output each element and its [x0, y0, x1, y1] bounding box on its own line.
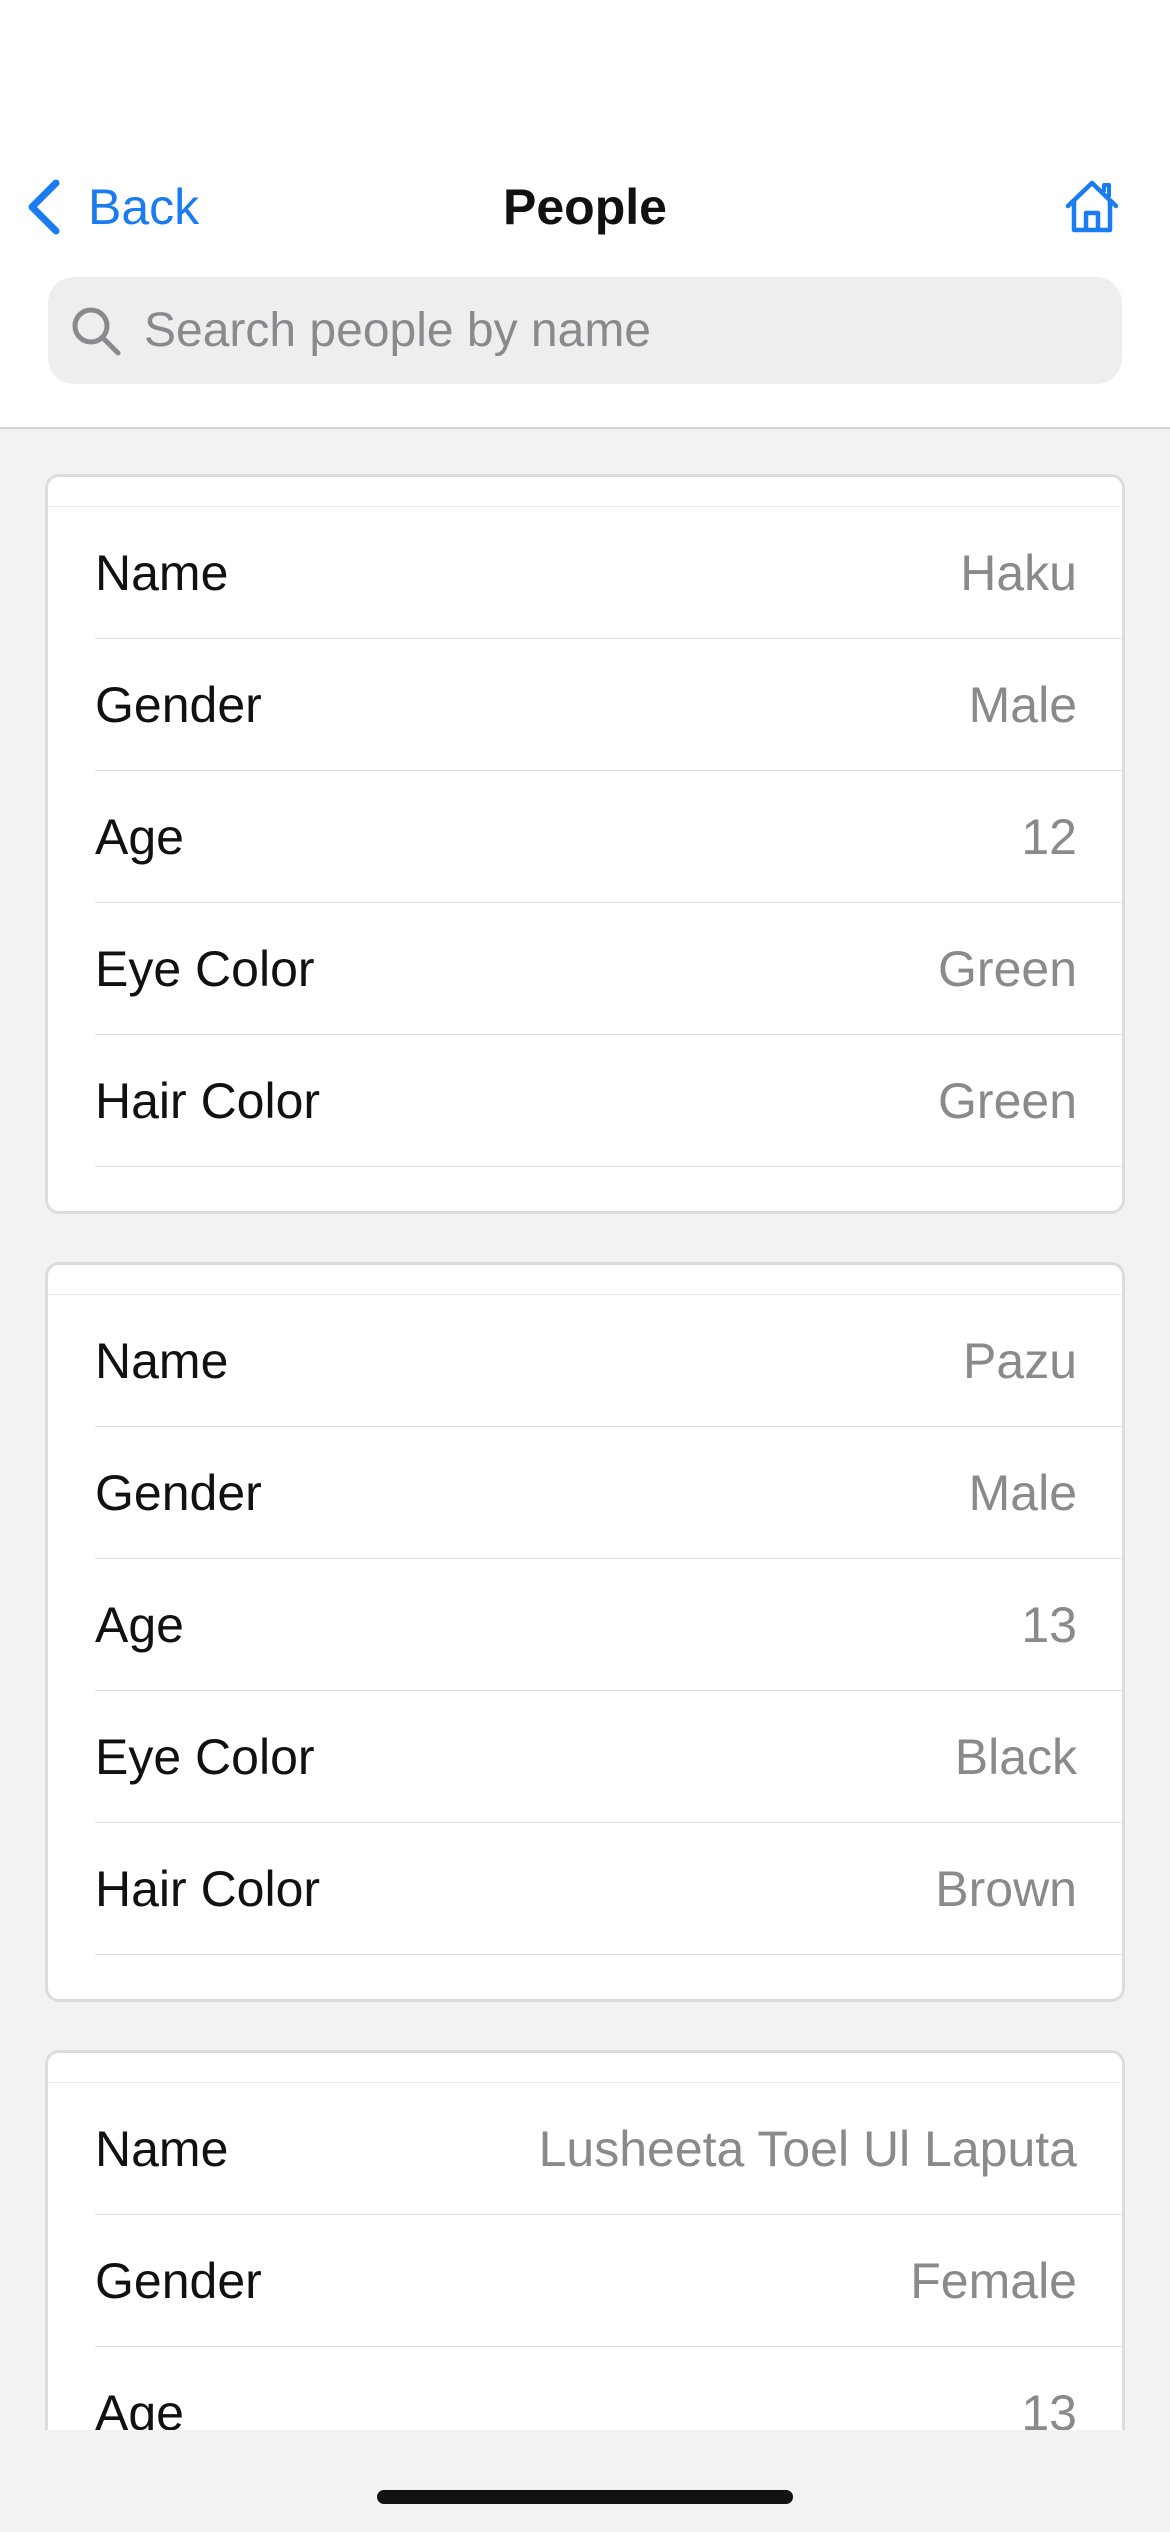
person-card[interactable]: Name Pazu Gender Male Age 13 Eye Color B… [45, 1262, 1125, 2002]
row-label: Gender [95, 676, 262, 733]
magnifying-glass-icon [72, 307, 121, 355]
row-label: Name [95, 544, 229, 601]
card-top-spacer [48, 2053, 1122, 2083]
person-card[interactable]: Name Lusheeta Toel Ul Laputa Gender Fema… [45, 2050, 1125, 2482]
row-value: Lusheeta Toel Ul Laputa [538, 2120, 1077, 2177]
row-value: 12 [1021, 808, 1077, 865]
house-icon[interactable] [1062, 176, 1122, 236]
detail-row: Eye Color Black [95, 1691, 1122, 1823]
bottom-safe-area [0, 2430, 1170, 2532]
detail-row: Gender Male [95, 639, 1122, 771]
row-label: Hair Color [95, 1860, 321, 1917]
card-bottom-spacer [48, 1167, 1122, 1211]
row-value: 13 [1021, 1596, 1077, 1653]
page-title: People [503, 179, 667, 235]
detail-row: Gender Male [95, 1427, 1122, 1559]
home-indicator[interactable] [377, 2490, 793, 2504]
row-value: Male [968, 1464, 1077, 1521]
row-value: Male [968, 676, 1077, 733]
card-top-spacer [48, 1265, 1122, 1295]
detail-row: Gender Female [95, 2215, 1122, 2347]
row-value: Female [910, 2252, 1077, 2309]
row-value: Green [938, 1072, 1077, 1129]
row-label: Gender [95, 1464, 262, 1521]
detail-row: Hair Color Green [95, 1035, 1122, 1167]
nav-bar: Back People [0, 170, 1170, 244]
row-label: Name [95, 1332, 229, 1389]
person-card[interactable]: Name Haku Gender Male Age 12 Eye Color G… [45, 474, 1125, 1214]
row-label: Eye Color [95, 940, 315, 997]
search-input[interactable] [144, 303, 1044, 358]
row-label: Hair Color [95, 1072, 321, 1129]
navigation-header: Back People [0, 0, 1170, 429]
row-value: Green [938, 940, 1077, 997]
row-value: Pazu [963, 1332, 1077, 1389]
row-label: Age [95, 808, 184, 865]
people-screen: Back People Name Haku [0, 0, 1170, 2532]
row-label: Age [95, 1596, 184, 1653]
row-label: Name [95, 2120, 229, 2177]
card-top-spacer [48, 477, 1122, 507]
detail-row: Name Haku [95, 507, 1122, 639]
row-value: Brown [935, 1860, 1077, 1917]
detail-row: Name Pazu [95, 1295, 1122, 1427]
row-label: Eye Color [95, 1728, 315, 1785]
detail-row: Hair Color Brown [95, 1823, 1122, 1955]
detail-row: Eye Color Green [95, 903, 1122, 1035]
row-value: Black [954, 1728, 1077, 1785]
card-bottom-spacer [48, 1955, 1122, 1999]
detail-row: Age 12 [95, 771, 1122, 903]
people-list: Name Haku Gender Male Age 12 Eye Color G… [45, 474, 1125, 2530]
row-value: Haku [960, 544, 1077, 601]
search-bar[interactable] [48, 277, 1122, 384]
row-label: Gender [95, 2252, 262, 2309]
detail-row: Name Lusheeta Toel Ul Laputa [95, 2083, 1122, 2215]
detail-row: Age 13 [95, 1559, 1122, 1691]
